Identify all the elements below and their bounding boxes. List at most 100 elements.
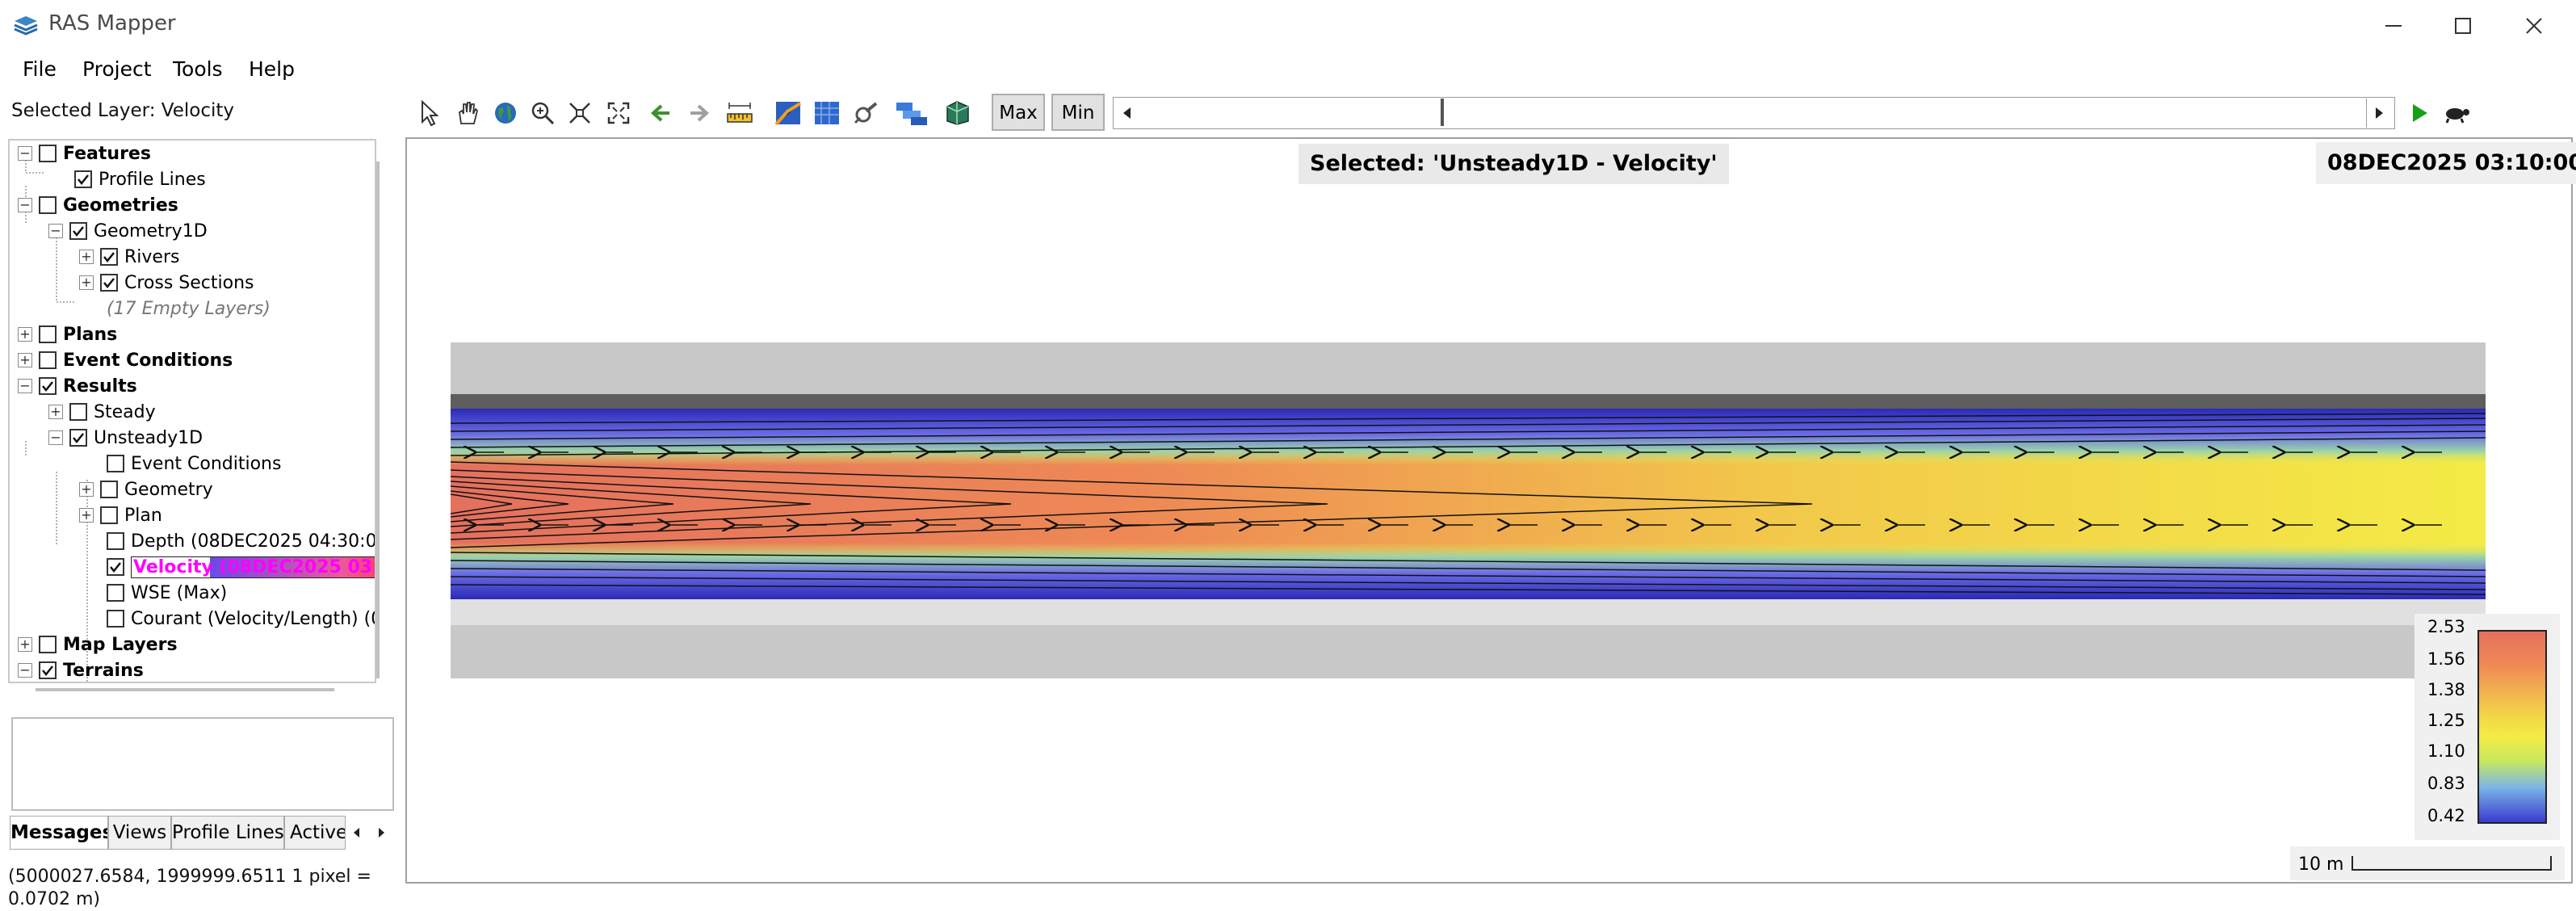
checkbox-checked[interactable] — [74, 170, 92, 188]
play-button[interactable] — [2403, 97, 2435, 129]
tree-item-unsteady1d[interactable]: − Unsteady1D — [48, 425, 203, 451]
checkbox[interactable] — [39, 325, 57, 343]
checkbox-checked[interactable] — [107, 558, 124, 576]
minimize-button[interactable] — [2356, 0, 2431, 52]
checkbox[interactable] — [69, 403, 87, 421]
select-arrow-icon[interactable] — [413, 97, 446, 129]
tree-item-rivers[interactable]: + Rivers — [79, 244, 179, 270]
tree-item-courant[interactable]: Courant (Velocity/Length) (08 — [107, 606, 375, 632]
animation-speed-button[interactable] — [2440, 97, 2473, 129]
collapse-toggle-icon[interactable]: − — [48, 224, 63, 238]
checkbox-checked[interactable] — [69, 222, 87, 240]
expand-toggle-icon[interactable]: + — [79, 482, 94, 497]
checkbox-checked[interactable] — [69, 429, 87, 447]
tree-item-results-event-conditions[interactable]: Event Conditions — [107, 451, 281, 476]
tab-views[interactable]: Views — [108, 816, 171, 850]
checkbox-checked[interactable] — [100, 248, 118, 266]
turtle-speed-icon — [2445, 108, 2469, 124]
checkbox[interactable] — [107, 455, 124, 472]
checkbox[interactable] — [100, 506, 118, 524]
tree-item-features[interactable]: − Features — [18, 141, 151, 166]
tree-item-results[interactable]: − Results — [18, 373, 137, 399]
tree-item-empty-layers[interactable]: (17 Empty Layers) — [107, 296, 271, 321]
tree-vertical-scrollbar[interactable] — [376, 162, 380, 678]
tree-item-steady[interactable]: + Steady — [48, 399, 156, 425]
expand-toggle-icon[interactable]: + — [79, 275, 94, 290]
expand-toggle-icon[interactable]: + — [18, 353, 32, 367]
tree-item-plans[interactable]: + Plans — [18, 321, 117, 347]
tree-item-map-layers[interactable]: + Map Layers — [18, 632, 178, 657]
zoom-extent-icon[interactable] — [602, 97, 635, 129]
tree-item-cross-sections[interactable]: + Cross Sections — [79, 270, 254, 296]
tree-label: Geometries — [63, 195, 178, 216]
checkbox-checked[interactable] — [100, 274, 118, 292]
collapse-toggle-icon[interactable]: − — [18, 663, 32, 678]
tree-item-wse[interactable]: WSE (Max) — [107, 580, 227, 606]
menu-file[interactable]: File — [18, 55, 61, 84]
maximize-button[interactable] — [2426, 0, 2500, 52]
checkbox[interactable] — [107, 532, 124, 550]
tab-profile-lines[interactable]: Profile Lines — [171, 816, 284, 850]
checkbox-checked[interactable] — [39, 377, 57, 395]
menu-tools[interactable]: Tools — [168, 55, 228, 84]
layer-tree[interactable]: − Features Profile Lines − Geometries − … — [8, 139, 376, 683]
menu-project[interactable]: Project — [78, 55, 157, 84]
tree-item-plan[interactable]: + Plan — [79, 502, 162, 528]
tab-messages[interactable]: Messages — [10, 816, 108, 850]
checkbox[interactable] — [39, 636, 57, 653]
raster-icon[interactable] — [811, 97, 843, 129]
expand-toggle-icon[interactable]: + — [18, 637, 32, 652]
close-button[interactable] — [2497, 0, 2571, 52]
max-button[interactable]: Max — [992, 94, 1045, 131]
expand-toggle-icon[interactable]: + — [48, 405, 63, 419]
tree-item-event-conditions[interactable]: + Event Conditions — [18, 347, 233, 373]
collapse-toggle-icon[interactable]: − — [48, 430, 63, 445]
layers-icon[interactable] — [895, 97, 927, 129]
slider-left-button[interactable] — [1114, 99, 1139, 128]
slider-right-button[interactable] — [2366, 99, 2393, 128]
checkbox[interactable] — [107, 584, 124, 602]
map-book-icon[interactable] — [942, 97, 974, 129]
expand-toggle-icon[interactable]: + — [18, 327, 32, 342]
tree-item-depth[interactable]: Depth (08DEC2025 04:30:00) — [107, 528, 375, 554]
checkbox[interactable] — [39, 196, 57, 214]
globe-icon[interactable] — [489, 97, 522, 129]
collapse-toggle-icon[interactable]: − — [18, 146, 32, 161]
expand-toggle-icon[interactable]: + — [79, 508, 94, 523]
collapse-toggle-icon[interactable]: − — [18, 379, 32, 393]
time-slider-thumb[interactable] — [1441, 99, 1444, 126]
tree-label: WSE (Max) — [131, 582, 228, 603]
back-arrow-icon[interactable] — [644, 97, 677, 129]
tree-item-geometry[interactable]: + Geometry — [79, 476, 213, 502]
checkbox[interactable] — [107, 610, 124, 628]
forward-arrow-icon[interactable] — [683, 97, 715, 129]
zoom-full-icon[interactable] — [564, 97, 596, 129]
checkbox[interactable] — [100, 481, 118, 498]
zoom-in-icon[interactable] — [527, 97, 559, 129]
scale-ruler — [2352, 856, 2552, 871]
tab-active[interactable]: Active — [284, 816, 346, 850]
tabs-scroll-left-button[interactable] — [346, 817, 367, 848]
tree-item-terrains[interactable]: − Terrains — [18, 657, 144, 682]
min-button[interactable]: Min — [1051, 94, 1105, 131]
checkbox[interactable] — [39, 145, 57, 162]
profile-line-icon[interactable] — [772, 97, 804, 129]
tree-item-velocity[interactable]: Velocity (08DEC2025 03:1 — [107, 554, 375, 580]
tabs-scroll-right-button[interactable] — [371, 817, 392, 848]
tree-horizontal-scrollbar[interactable] — [36, 688, 334, 691]
time-slider-track[interactable] — [1113, 97, 2395, 129]
tree-item-geometry1d[interactable]: − Geometry1D — [48, 218, 208, 244]
pan-hand-icon[interactable] — [451, 97, 483, 129]
tree-item-profile-lines[interactable]: Profile Lines — [74, 166, 206, 192]
map-view[interactable] — [405, 137, 2573, 884]
tree-item-geometries[interactable]: − Geometries — [18, 192, 178, 218]
legend-value: 0.83 — [2427, 774, 2465, 793]
messages-panel[interactable] — [11, 717, 394, 811]
checkbox-checked[interactable] — [39, 661, 57, 679]
menu-help[interactable]: Help — [244, 55, 300, 84]
checkbox[interactable] — [39, 351, 57, 369]
measure-ruler-icon[interactable] — [724, 97, 756, 129]
tool-icon[interactable] — [850, 97, 882, 129]
collapse-toggle-icon[interactable]: − — [18, 198, 32, 212]
expand-toggle-icon[interactable]: + — [79, 250, 94, 264]
